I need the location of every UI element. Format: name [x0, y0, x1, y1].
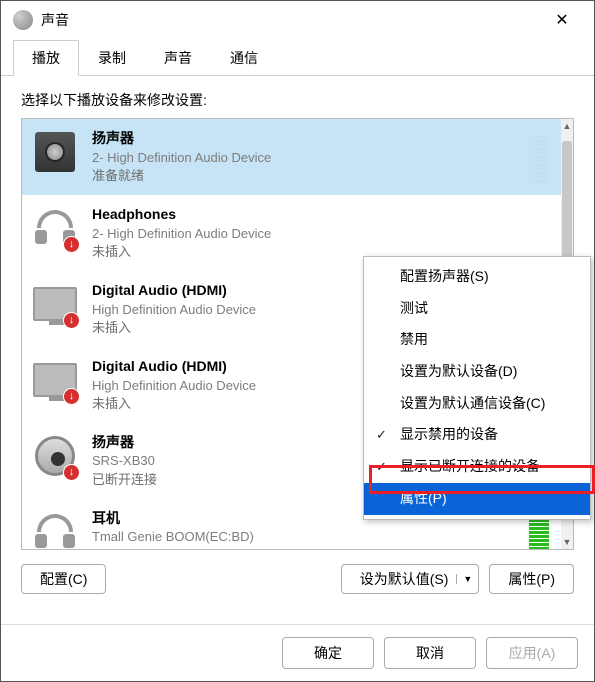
volume-meter — [529, 129, 549, 185]
status-badge-icon: ↓ — [63, 388, 80, 405]
sound-icon — [13, 10, 33, 30]
check-icon: ✓ — [376, 425, 387, 445]
device-subtitle: Tmall Genie BOOM(EC:BD) — [92, 528, 529, 546]
menu-item-2[interactable]: 禁用 — [364, 324, 590, 356]
configure-button[interactable]: 配置(C) — [21, 564, 106, 594]
tab-1[interactable]: 录制 — [79, 40, 145, 76]
device-status: 准备就绪 — [92, 167, 529, 185]
list-heading: 选择以下播放设备来修改设置: — [21, 90, 574, 110]
apply-button[interactable]: 应用(A) — [486, 637, 578, 669]
monitor-icon: ↓ — [32, 281, 78, 327]
device-name: Headphones — [92, 205, 549, 225]
check-icon: ✓ — [376, 457, 387, 477]
device-name: 扬声器 — [92, 129, 529, 149]
status-badge-icon: ↓ — [63, 236, 80, 253]
status-badge-icon: ↓ — [63, 464, 80, 481]
menu-item-4[interactable]: 设置为默认通信设备(C) — [364, 388, 590, 420]
device-row[interactable]: 扬声器2- High Definition Audio Device准备就绪 — [22, 119, 561, 195]
device-subtitle: 2- High Definition Audio Device — [92, 225, 549, 243]
tab-3[interactable]: 通信 — [211, 40, 277, 76]
scroll-down[interactable]: ▼ — [561, 535, 573, 549]
set-default-button[interactable]: 设为默认值(S) ▼ — [341, 564, 480, 594]
dialog-footer: 确定 取消 应用(A) — [1, 624, 594, 681]
cancel-button[interactable]: 取消 — [384, 637, 476, 669]
jack-icon: ↓ — [32, 433, 78, 479]
ok-button[interactable]: 确定 — [282, 637, 374, 669]
tab-0[interactable]: 播放 — [13, 40, 79, 76]
monitor-icon: ↓ — [32, 357, 78, 403]
chevron-down-icon: ▼ — [456, 574, 472, 584]
device-text: 扬声器2- High Definition Audio Device准备就绪 — [92, 129, 529, 185]
menu-item-6[interactable]: ✓显示已断开连接的设备 — [364, 451, 590, 483]
set-default-label: 设为默认值(S) — [360, 569, 449, 589]
scroll-up[interactable]: ▲ — [561, 119, 573, 133]
status-badge-icon: ↓ — [63, 312, 80, 329]
headphones-icon — [32, 509, 78, 549]
properties-button[interactable]: 属性(P) — [489, 564, 574, 594]
device-subtitle: 2- High Definition Audio Device — [92, 149, 529, 167]
tab-2[interactable]: 声音 — [145, 40, 211, 76]
context-menu: 配置扬声器(S)测试禁用设置为默认设备(D)设置为默认通信设备(C)✓显示禁用的… — [363, 256, 591, 520]
headphones-icon: ↓ — [32, 205, 78, 251]
tab-strip: 播放录制声音通信 — [1, 39, 594, 76]
speaker-icon — [32, 129, 78, 175]
menu-item-3[interactable]: 设置为默认设备(D) — [364, 356, 590, 388]
tab-content: 选择以下播放设备来修改设置: 扬声器2- High Definition Aud… — [1, 76, 594, 624]
device-text: Headphones2- High Definition Audio Devic… — [92, 205, 549, 261]
window-title: 声音 — [41, 10, 542, 30]
action-buttons: 配置(C) 设为默认值(S) ▼ 属性(P) — [21, 564, 574, 594]
titlebar: 声音 ✕ — [1, 1, 594, 39]
sound-dialog: 声音 ✕ 播放录制声音通信 选择以下播放设备来修改设置: 扬声器2- High … — [0, 0, 595, 682]
menu-item-0[interactable]: 配置扬声器(S) — [364, 261, 590, 293]
close-button[interactable]: ✕ — [542, 6, 582, 34]
menu-item-1[interactable]: 测试 — [364, 293, 590, 325]
menu-item-5[interactable]: ✓显示禁用的设备 — [364, 419, 590, 451]
menu-item-7[interactable]: 属性(P) — [364, 483, 590, 515]
